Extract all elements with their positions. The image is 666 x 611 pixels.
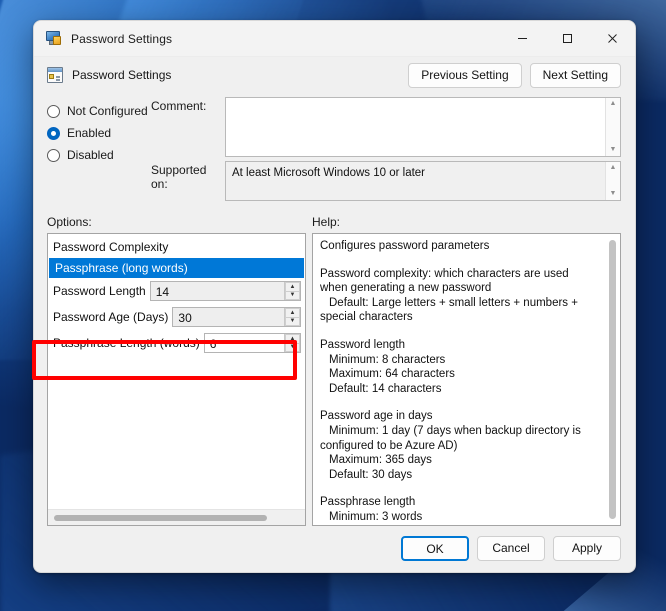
spin-down-icon[interactable]: ▼: [285, 318, 300, 327]
password-age-label: Password Age (Days): [53, 310, 168, 324]
chevron-down-icon[interactable]: ▼: [610, 190, 617, 198]
radio-label: Enabled: [67, 126, 111, 140]
password-length-input[interactable]: 14: [151, 282, 284, 300]
help-line: Default: 14 characters: [320, 383, 442, 395]
spin-down-icon[interactable]: ▼: [285, 292, 300, 301]
config-area: Not Configured Enabled Disabled Comment:…: [34, 93, 635, 205]
help-body: Configures password parameters Password …: [313, 234, 620, 525]
radio-circle-icon: [47, 105, 60, 118]
help-vertical-scrollbar[interactable]: [605, 234, 620, 525]
radio-label: Disabled: [67, 148, 114, 162]
help-line: Password length: [320, 339, 405, 351]
help-line: Default: Large letters + small letters +…: [320, 297, 578, 324]
help-paragraph-intro: Configures password parameters: [320, 239, 599, 254]
help-paragraph-passphrase: Passphrase length Minimum: 3 words Maxim…: [320, 495, 599, 525]
radio-not-configured[interactable]: Not Configured: [47, 100, 151, 122]
options-horizontal-scrollbar[interactable]: [48, 509, 305, 525]
password-age-stepper[interactable]: 30 ▲ ▼: [172, 307, 301, 327]
password-length-stepper[interactable]: 14 ▲ ▼: [150, 281, 301, 301]
title-bar[interactable]: Password Settings: [34, 21, 635, 57]
help-pane: Configures password parameters Password …: [312, 233, 621, 526]
passphrase-length-stepper[interactable]: 6 ▲ ▼: [204, 333, 301, 353]
supported-on-label: Supported on:: [151, 161, 225, 201]
supported-on-value: At least Microsoft Windows 10 or later: [226, 162, 605, 200]
help-paragraph-age: Password age in days Minimum: 1 day (7 d…: [320, 409, 599, 482]
supported-on-row: Supported on: At least Microsoft Windows…: [151, 161, 621, 201]
help-line: Default: 30 days: [320, 469, 412, 481]
password-age-spin-buttons[interactable]: ▲ ▼: [284, 308, 300, 326]
setting-title: Password Settings: [72, 68, 171, 82]
dialog-footer: OK Cancel Apply: [34, 526, 635, 572]
help-line: Passphrase length: [320, 496, 415, 508]
next-setting-button[interactable]: Next Setting: [530, 63, 621, 88]
help-line: Minimum: 1 day (7 days when backup direc…: [320, 425, 581, 452]
chevron-up-icon[interactable]: ▲: [610, 164, 617, 172]
options-list: Password Complexity Passphrase (long wor…: [48, 234, 305, 509]
scrollbar-thumb[interactable]: [54, 515, 267, 521]
password-settings-window: Password Settings Password Settings Prev…: [33, 20, 636, 573]
password-age-input[interactable]: 30: [173, 308, 284, 326]
password-complexity-select[interactable]: Passphrase (long words): [49, 258, 304, 278]
supported-on-field: At least Microsoft Windows 10 or later ▲…: [225, 161, 621, 201]
comment-support-fields: Comment: ▲ ▼ Supported on: At least Micr…: [151, 97, 621, 205]
passphrase-length-input[interactable]: 6: [205, 334, 284, 352]
comment-input[interactable]: [226, 98, 605, 156]
panes: Password Complexity Passphrase (long wor…: [34, 233, 635, 526]
setting-nav-buttons: Previous Setting Next Setting: [408, 63, 621, 88]
chevron-up-icon[interactable]: ▲: [610, 100, 617, 108]
radio-circle-icon: [47, 149, 60, 162]
apply-button[interactable]: Apply: [553, 536, 621, 561]
spin-up-icon[interactable]: ▲: [285, 334, 300, 344]
comment-label: Comment:: [151, 97, 225, 157]
radio-disabled[interactable]: Disabled: [47, 144, 151, 166]
previous-setting-button[interactable]: Previous Setting: [408, 63, 521, 88]
ok-button[interactable]: OK: [401, 536, 469, 561]
state-radio-group: Not Configured Enabled Disabled: [47, 97, 151, 205]
spin-down-icon[interactable]: ▼: [285, 344, 300, 353]
password-length-spin-buttons[interactable]: ▲ ▼: [284, 282, 300, 300]
help-paragraph-length: Password length Minimum: 8 characters Ma…: [320, 338, 599, 396]
options-pane: Password Complexity Passphrase (long wor…: [47, 233, 306, 526]
passphrase-length-row: Passphrase Length (words) 6 ▲ ▼: [48, 330, 305, 356]
monitor-policy-icon: [46, 31, 62, 46]
password-age-row: Password Age (Days) 30 ▲ ▼: [48, 304, 305, 330]
help-line: Maximum: 365 days: [320, 454, 432, 466]
passphrase-length-spin-buttons[interactable]: ▲ ▼: [284, 334, 300, 352]
comment-row: Comment: ▲ ▼: [151, 97, 621, 157]
panel-labels: Options: Help:: [34, 205, 635, 233]
help-label: Help:: [312, 215, 340, 229]
password-length-row: Password Length 14 ▲ ▼: [48, 278, 305, 304]
supported-on-scrollbar[interactable]: ▲ ▼: [605, 162, 620, 200]
minimize-icon[interactable]: [500, 21, 545, 57]
setting-header: Password Settings Previous Setting Next …: [34, 57, 635, 93]
radio-label: Not Configured: [67, 104, 148, 118]
close-icon[interactable]: [590, 21, 635, 57]
chevron-down-icon[interactable]: ▼: [610, 146, 617, 154]
help-text: Configures password parameters Password …: [313, 234, 605, 525]
spin-up-icon[interactable]: ▲: [285, 308, 300, 318]
passphrase-length-label: Passphrase Length (words): [53, 336, 200, 350]
spin-up-icon[interactable]: ▲: [285, 282, 300, 292]
options-label: Options:: [47, 215, 312, 229]
window-controls: [500, 21, 635, 57]
window-title: Password Settings: [71, 32, 172, 46]
help-line: Minimum: 3 words: [320, 511, 422, 523]
help-line: Minimum: 8 characters: [320, 354, 445, 366]
cancel-button[interactable]: Cancel: [477, 536, 545, 561]
radio-circle-selected-icon: [47, 127, 60, 140]
help-line: Password complexity: which characters ar…: [320, 268, 569, 295]
help-line: Maximum: 64 characters: [320, 368, 455, 380]
radio-enabled[interactable]: Enabled: [47, 122, 151, 144]
policy-setting-icon: [47, 67, 63, 83]
maximize-icon[interactable]: [545, 21, 590, 57]
password-complexity-label: Password Complexity: [48, 235, 305, 258]
password-length-label: Password Length: [53, 284, 146, 298]
help-line: Password age in days: [320, 410, 433, 422]
comment-scrollbar[interactable]: ▲ ▼: [605, 98, 620, 156]
scrollbar-thumb[interactable]: [609, 240, 616, 519]
comment-field[interactable]: ▲ ▼: [225, 97, 621, 157]
help-paragraph-complexity: Password complexity: which characters ar…: [320, 267, 599, 325]
